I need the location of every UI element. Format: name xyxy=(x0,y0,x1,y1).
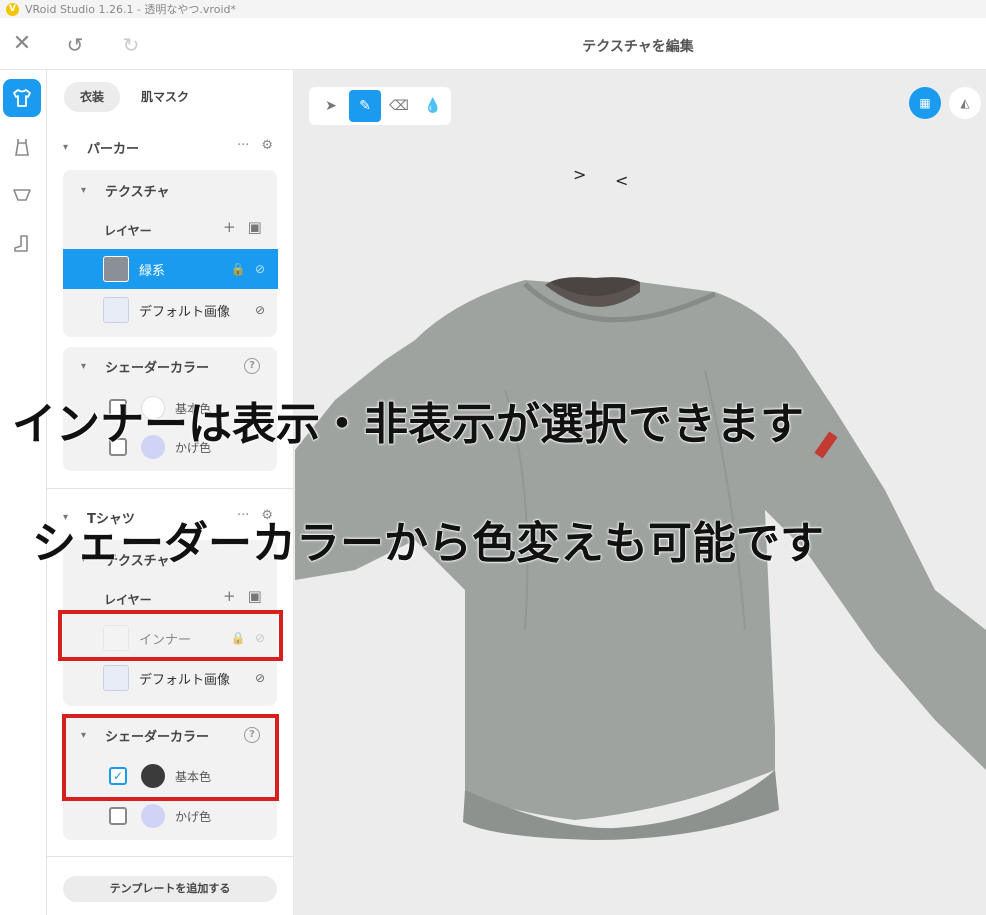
layer-name: デフォルト画像 xyxy=(139,672,231,688)
svg-text:<: < xyxy=(615,171,628,190)
tab-clothing[interactable]: 衣装 xyxy=(64,82,121,112)
parka-shader-header[interactable]: ▾ シェーダーカラー xyxy=(81,357,209,376)
bottoms-icon xyxy=(13,189,31,201)
parka-layer-actions: + ▣ xyxy=(223,218,262,236)
rail-item-bottoms[interactable] xyxy=(3,176,41,214)
chevron-down-icon: ▾ xyxy=(81,185,87,196)
parka-actions: ··· ⚙ xyxy=(237,138,273,153)
highlight-box-shader-color xyxy=(62,714,279,801)
window-title-bar: V VRoid Studio 1.26.1 - 透明なやつ.vroid* xyxy=(0,0,986,18)
sweater-model: > < xyxy=(295,165,986,840)
eye-off-icon[interactable]: ⊘ xyxy=(249,303,271,317)
tab-skin-mask[interactable]: 肌マスク xyxy=(125,82,205,112)
shirt-icon xyxy=(13,89,31,107)
layer-thumbnail xyxy=(103,297,129,323)
rail-item-onepiece[interactable] xyxy=(3,128,41,166)
more-icon[interactable]: ··· xyxy=(237,138,249,153)
layer-item-default-image[interactable]: デフォルト画像 🔒 ⊘ xyxy=(63,290,278,330)
parka-shader-title: シェーダーカラー xyxy=(105,361,210,376)
vroid-logo-icon: V xyxy=(6,2,19,16)
window-title: VRoid Studio 1.26.1 - 透明なやつ.vroid* xyxy=(25,3,236,16)
parka-layer-label: レイヤー xyxy=(104,224,152,238)
shade-color-checkbox[interactable] xyxy=(109,807,127,825)
tshirt-layer-actions: + ▣ xyxy=(223,587,262,605)
add-image-icon[interactable]: ▣ xyxy=(248,587,262,605)
shoe-icon xyxy=(14,235,28,252)
section-divider xyxy=(47,488,293,489)
add-layer-icon[interactable]: + xyxy=(223,218,236,236)
chevron-down-icon: ▾ xyxy=(63,142,69,153)
help-icon[interactable]: ? xyxy=(244,358,260,374)
add-template-button[interactable]: テンプレートを追加する xyxy=(63,876,277,902)
add-layer-icon[interactable]: + xyxy=(223,587,236,605)
settings-sliders-icon[interactable]: ⚙ xyxy=(261,138,273,153)
chevron-down-icon: ▾ xyxy=(81,361,87,372)
annotation-line-2: シェーダーカラーから色変えも可能です xyxy=(32,518,825,570)
section-divider xyxy=(47,856,293,857)
lock-icon[interactable]: 🔒 xyxy=(227,262,249,276)
parka-section-header[interactable]: ▾ パーカー xyxy=(63,138,139,157)
rail-item-shoes[interactable] xyxy=(3,225,41,263)
rail-item-tops[interactable] xyxy=(3,79,41,117)
add-image-icon[interactable]: ▣ xyxy=(248,218,262,236)
layer-item-default-image[interactable]: デフォルト画像 🔒 ⊘ xyxy=(63,658,278,698)
category-rail xyxy=(0,70,47,915)
color-swatch[interactable] xyxy=(141,804,165,828)
layer-thumbnail xyxy=(103,665,129,691)
eye-off-icon[interactable]: ⊘ xyxy=(249,671,271,685)
svg-text:>: > xyxy=(573,165,586,184)
color-name: かげ色 xyxy=(175,809,212,824)
layer-item-green[interactable]: 緑系 🔒 ⊘ xyxy=(63,249,278,289)
annotation-line-1: インナーは表示・非表示が選択できます xyxy=(12,399,805,451)
parka-texture-title: テクスチャ xyxy=(105,185,170,200)
3d-viewport[interactable]: ➤ ✎ ⌫ 💧 ▦ ◭ > < xyxy=(295,70,986,915)
layer-thumbnail xyxy=(103,256,129,282)
header: ✕ ↺ ↻ テクスチャを編集 xyxy=(0,18,986,70)
layer-name: デフォルト画像 xyxy=(139,304,231,320)
page-title: テクスチャを編集 xyxy=(582,39,694,55)
highlight-box-inner-layer xyxy=(58,610,283,661)
layer-name: 緑系 xyxy=(139,263,166,279)
eye-off-icon[interactable]: ⊘ xyxy=(249,262,271,276)
tshirt-color-shade[interactable]: かげ色 xyxy=(63,798,277,834)
dress-icon xyxy=(15,139,29,156)
texture-panel: 衣装 肌マスク ▾ パーカー ··· ⚙ ▾ テクスチャ レイヤー + ▣ 緑系… xyxy=(47,70,294,915)
parka-section-title: パーカー xyxy=(87,142,140,157)
tshirt-layer-label: レイヤー xyxy=(104,593,152,607)
parka-texture-header[interactable]: ▾ テクスチャ xyxy=(81,181,169,200)
